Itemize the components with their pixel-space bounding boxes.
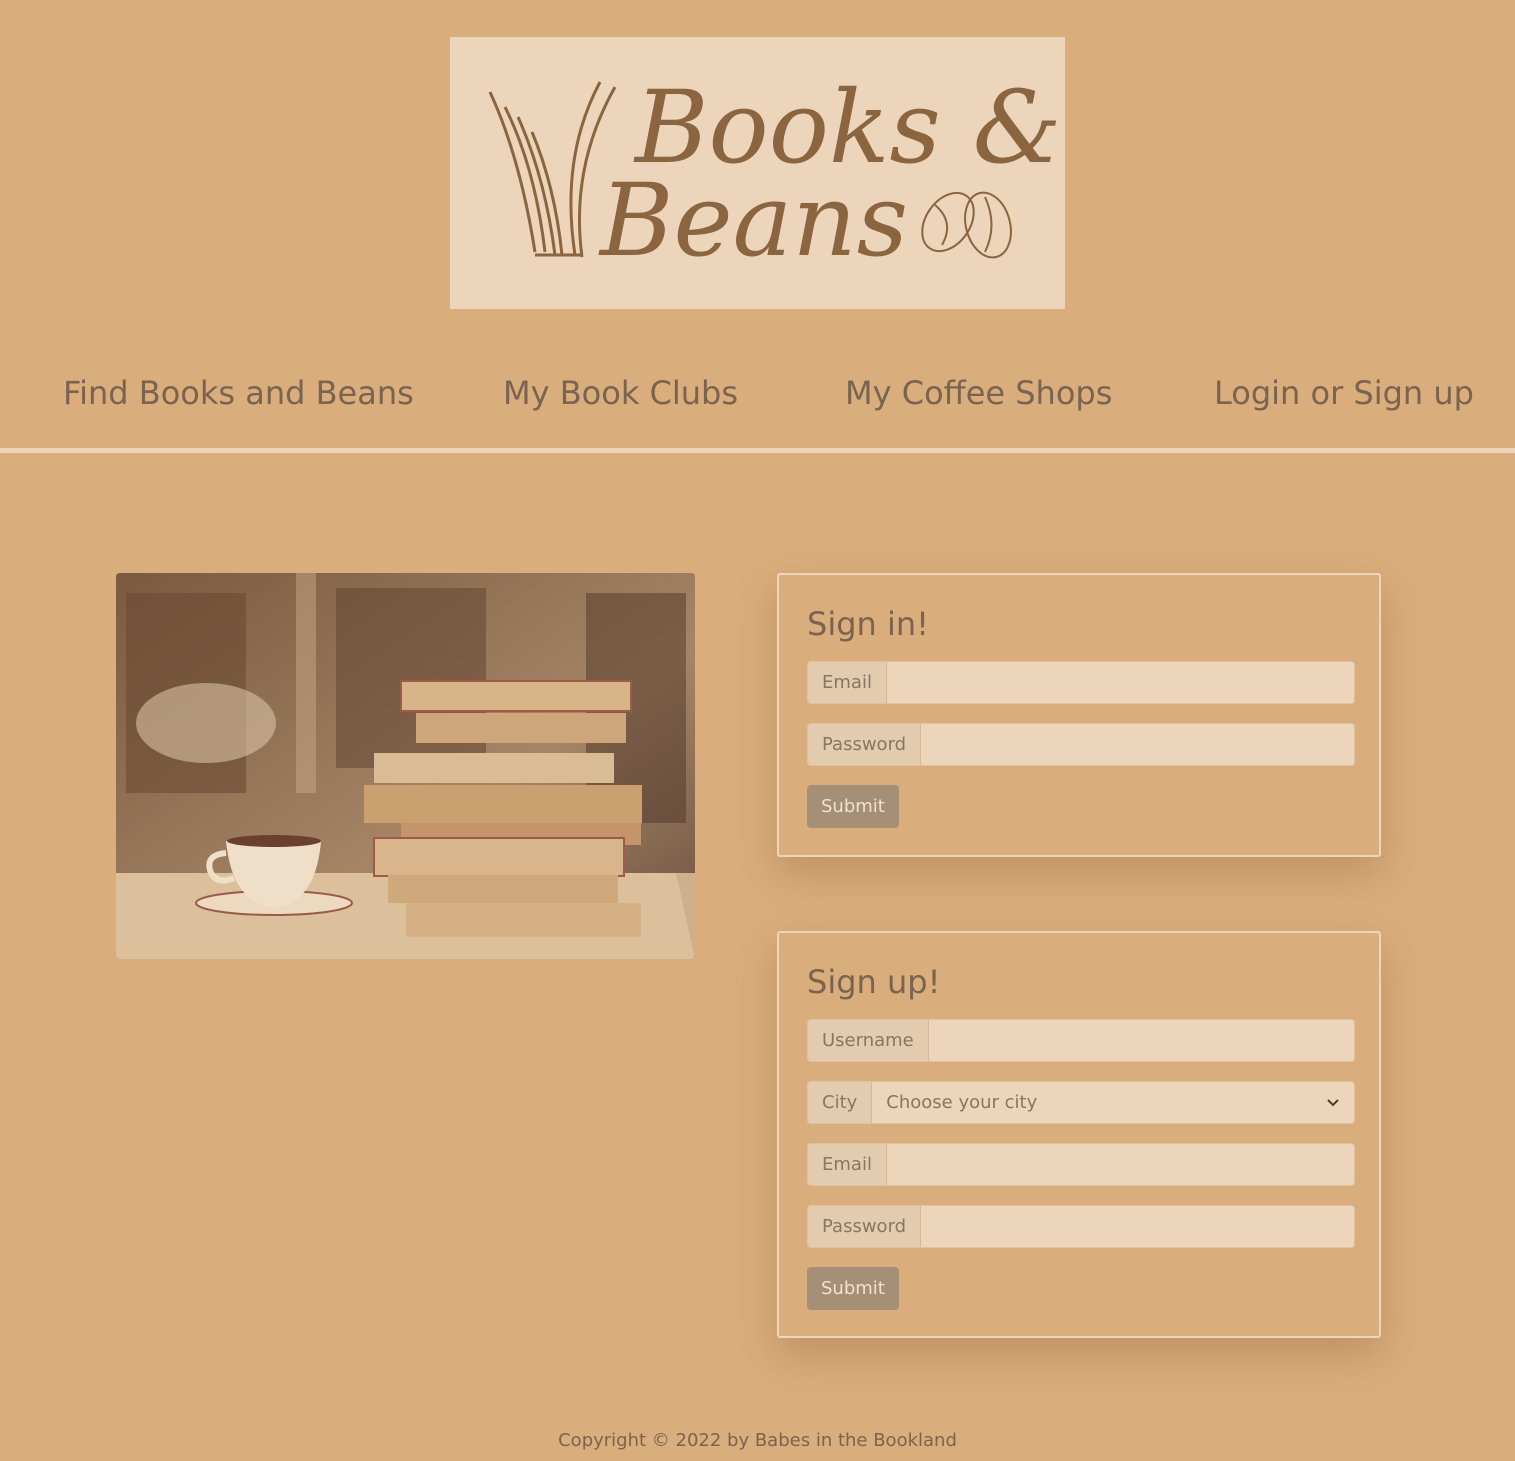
signin-email-label: Email [808, 662, 887, 703]
header-divider [0, 448, 1515, 453]
book-leaf-icon [488, 81, 617, 258]
coffee-bean-icon [921, 191, 1012, 259]
signup-password-label: Password [808, 1206, 922, 1247]
signin-password-input[interactable] [921, 724, 1354, 765]
signup-email-input[interactable] [886, 1144, 1354, 1185]
nav-find-books-and-beans[interactable]: Find Books and Beans [63, 374, 414, 412]
signup-email-group: Email [807, 1143, 1355, 1186]
signin-password-label: Password [808, 724, 922, 765]
signup-password-input[interactable] [921, 1206, 1354, 1247]
signup-city-label: City [808, 1082, 873, 1123]
signup-city-group: City Choose your city [807, 1081, 1355, 1124]
site-logo[interactable]: Books & Beans [450, 37, 1065, 309]
nav-login-or-sign-up[interactable]: Login or Sign up [1214, 374, 1474, 412]
signup-card: Sign up! Username City Choose your city … [777, 931, 1381, 1338]
hero-image [116, 573, 695, 959]
signup-title: Sign up! [807, 963, 941, 1001]
signin-submit-button[interactable]: Submit [807, 785, 899, 828]
signin-title: Sign in! [807, 605, 929, 643]
footer-copyright: Copyright © 2022 by Babes in the Booklan… [558, 1430, 957, 1451]
signup-username-group: Username [807, 1019, 1355, 1062]
main-nav: Find Books and Beans My Book Clubs My Co… [0, 360, 1515, 430]
signup-username-label: Username [808, 1020, 929, 1061]
nav-my-book-clubs[interactable]: My Book Clubs [503, 374, 738, 412]
signin-email-input[interactable] [886, 662, 1354, 703]
signin-card: Sign in! Email Password Submit [777, 573, 1381, 857]
signup-password-group: Password [807, 1205, 1355, 1248]
logo-line-2: Beans [598, 162, 908, 279]
signup-city-select[interactable]: Choose your city [872, 1082, 1354, 1123]
signin-password-group: Password [807, 723, 1355, 766]
signup-city-selected: Choose your city [886, 1092, 1038, 1113]
books-and-coffee-photo [116, 573, 695, 959]
nav-my-coffee-shops[interactable]: My Coffee Shops [845, 374, 1112, 412]
signup-submit-button[interactable]: Submit [807, 1267, 899, 1310]
signin-email-group: Email [807, 661, 1355, 704]
signup-email-label: Email [808, 1144, 887, 1185]
chevron-down-icon [1327, 1098, 1339, 1106]
signup-username-input[interactable] [928, 1020, 1354, 1061]
